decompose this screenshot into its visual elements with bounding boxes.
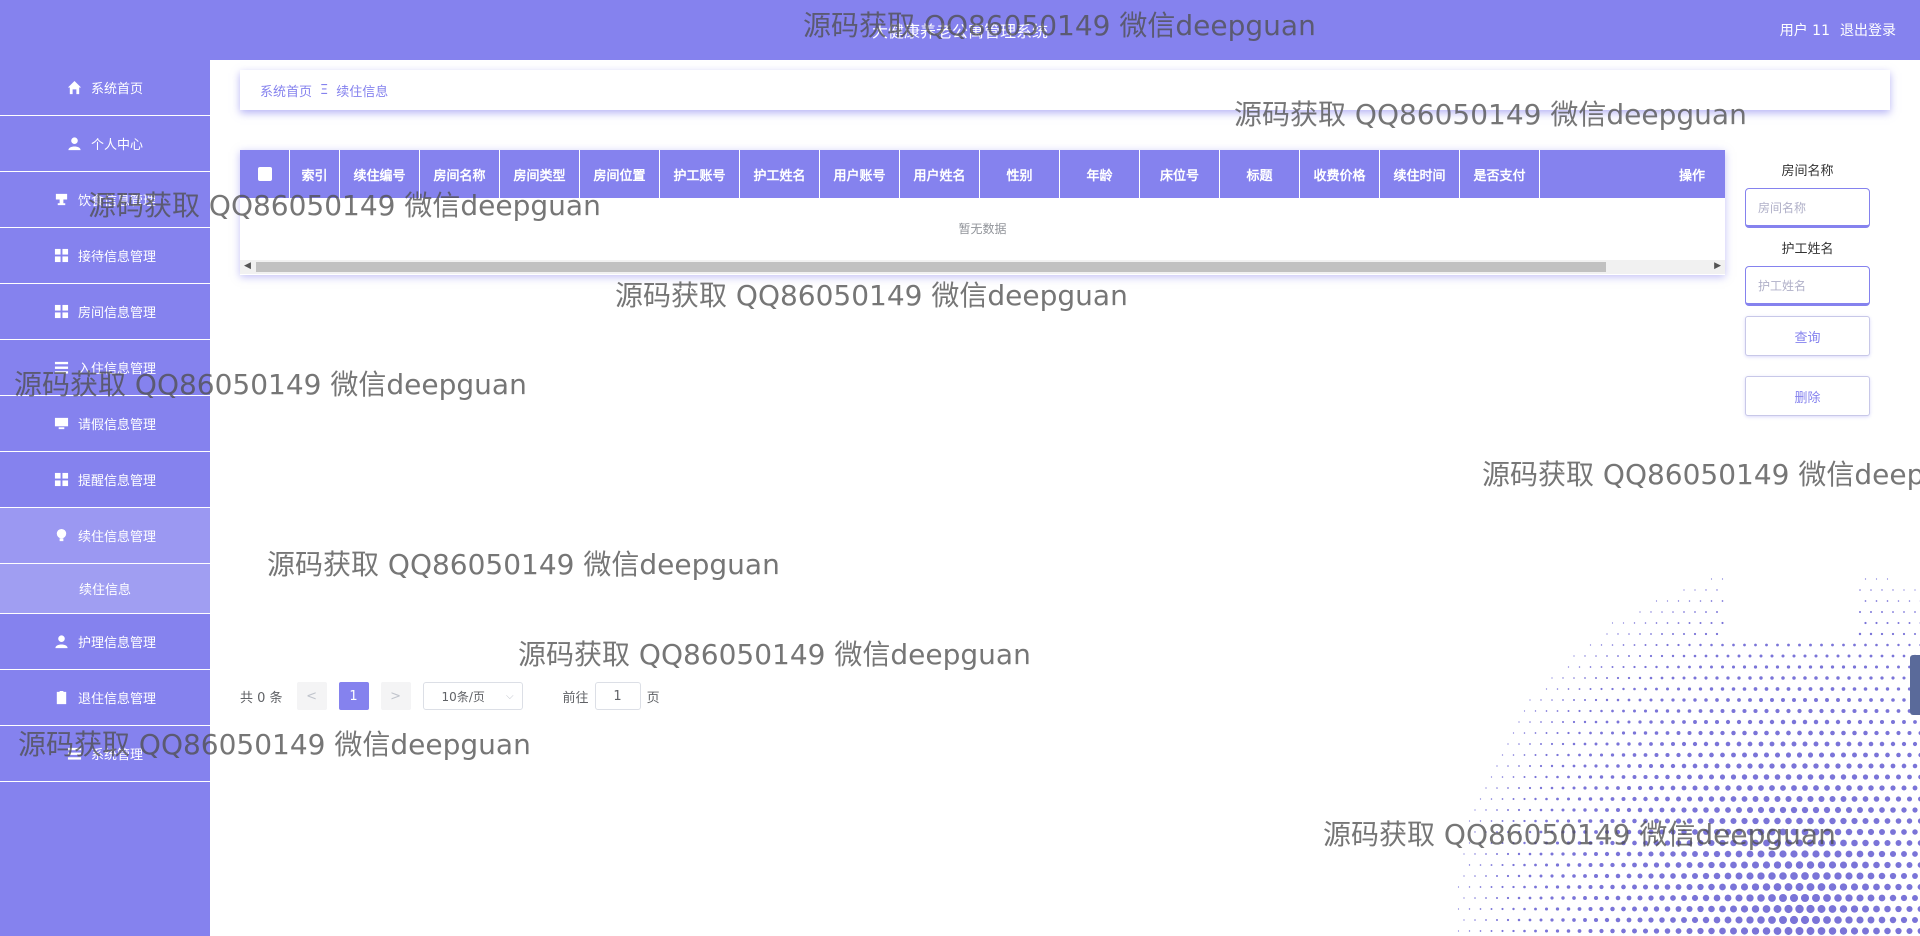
prev-page-button[interactable]: < [296,682,327,710]
user-icon [67,136,83,152]
column-header: 操作 [1678,168,1705,184]
sidebar-item-label: 接待信息管理 [77,250,156,265]
sidebar: 系统首页 个人中心 饮食信息管理 接待信息管理 房间信息管理 入住信息管理 请假… [0,60,210,936]
select-all-cell [240,150,290,198]
column-header: 是否支付 [1460,150,1540,198]
scroll-right-icon[interactable]: ▶ [1714,261,1721,271]
sidebar-item-system[interactable]: 系统管理 [0,726,210,782]
app-title: 大健康养老公寓管理系统 [871,22,1048,41]
sidebar-item-diet[interactable]: 饮食信息管理 [0,172,210,228]
sidebar-item-reception[interactable]: 接待信息管理 [0,228,210,284]
breadcrumb-current: 续住信息 [336,84,389,100]
room-name-input[interactable]: 房间名称 [1745,188,1870,228]
sidebar-item-label: 系统首页 [90,82,143,97]
logout-link[interactable]: 退出登录 [1840,20,1896,40]
grid-icon [54,248,70,264]
goto-label: 前往 [562,690,589,706]
sidebar-item-label: 续住信息管理 [77,530,156,545]
column-header: 护工账号 [660,150,740,198]
sidebar-item-renewal[interactable]: 续住信息管理 [0,508,210,564]
sidebar-item-label: 饮食信息管理 [77,194,156,209]
data-table: 索引 续住编号 房间名称 房间类型 房间位置 护工账号 护工姓名 用户账号 用户姓名 性别 年龄 床位… [240,150,1725,275]
scrollbar-thumb[interactable] [256,262,1606,272]
nurse-name-label: 护工姓名 [1781,242,1834,257]
next-page-button[interactable]: > [380,682,411,710]
sidebar-item-label: 护理信息管理 [77,636,156,651]
halftone-decoration [1420,480,1920,936]
sidebar-item-label: 提醒信息管理 [77,474,156,489]
grid-icon [54,472,70,488]
column-header: 用户姓名 [900,150,980,198]
page-suffix-label: 页 [646,690,660,706]
breadcrumb-home-link[interactable]: 系统首页 [260,81,312,100]
sidebar-item-leave[interactable]: 请假信息管理 [0,396,210,452]
column-header: 年龄 [1060,150,1140,198]
page-size-select[interactable]: 10条/页 ⌵ [422,682,523,710]
search-panel: 房间名称 房间名称 护工姓名 护工姓名 查询 删除 [1745,160,1870,416]
monitor-icon [54,416,70,432]
column-header: 续住编号 [340,150,420,198]
page-number-button[interactable]: 1 [338,682,369,710]
column-header: 标题 [1220,150,1300,198]
top-header: 大健康养老公寓管理系统 用户 11 退出登录 [0,0,1920,60]
grid-icon [54,304,70,320]
sidebar-item-label: 请假信息管理 [77,418,156,433]
scroll-left-icon[interactable]: ◀ [244,261,251,271]
cup-icon [54,192,70,208]
sidebar-item-label: 入住信息管理 [77,362,156,377]
column-header: 用户账号 [820,150,900,198]
column-header: 床位号 [1140,150,1220,198]
nurse-name-input[interactable]: 护工姓名 [1745,266,1870,306]
column-header: 续住时间 [1380,150,1460,198]
sidebar-subitem-renewal-info[interactable]: 续住信息 [0,564,210,614]
column-header: 性别 [980,150,1060,198]
sidebar-item-label: 房间信息管理 [77,306,156,321]
list-icon [67,746,83,762]
column-header: 收费价格 [1300,150,1380,198]
sidebar-item-profile[interactable]: 个人中心 [0,116,210,172]
sidebar-item-room[interactable]: 房间信息管理 [0,284,210,340]
sidebar-item-nursing[interactable]: 护理信息管理 [0,614,210,670]
page-size-value: 10条/页 [441,689,485,704]
select-all-checkbox[interactable] [257,167,272,181]
sidebar-item-label: 退住信息管理 [77,692,156,707]
sidebar-item-reminder[interactable]: 提醒信息管理 [0,452,210,508]
sidebar-item-label: 个人中心 [90,138,143,153]
room-name-label: 房间名称 [1781,164,1834,179]
watermark: 源码获取 QQ86050149 微信deepguan [615,279,1128,312]
column-header: 房间位置 [580,150,660,198]
pagination: 共 0 条 < 1 > 10条/页 ⌵ 前往 1 页 [240,682,660,710]
user-area: 用户 11 退出登录 [1780,20,1896,40]
user-icon [54,634,70,650]
column-header: 护工姓名 [740,150,820,198]
delete-button[interactable]: 删除 [1745,376,1870,416]
sidebar-item-checkin[interactable]: 入住信息管理 [0,340,210,396]
query-button[interactable]: 查询 [1745,316,1870,356]
goto-page-input[interactable]: 1 [594,682,641,710]
clipboard-icon [54,690,70,706]
column-header: 房间类型 [500,150,580,198]
sidebar-item-label: 系统管理 [90,748,143,763]
table-header: 索引 续住编号 房间名称 房间类型 房间位置 护工账号 护工姓名 用户账号 用户姓名 性别 年龄 床位… [240,150,1725,198]
column-header: 索引 [290,150,340,198]
chevron-down-icon: ⌵ [505,690,514,702]
horizontal-scrollbar[interactable]: ◀ ▶ [240,260,1725,274]
halftone-dots [1457,578,1920,935]
bulb-icon [54,528,70,544]
watermark: 源码获取 QQ86050149 微信deepguan [518,638,1031,671]
user-name: 用户 11 [1779,23,1830,39]
sidebar-item-checkout[interactable]: 退住信息管理 [0,670,210,726]
watermark: 源码获取 QQ86050149 微信deepguan [267,548,780,581]
list-icon [54,360,70,376]
sidebar-item-home[interactable]: 系统首页 [0,60,210,116]
breadcrumb-separator-icon: Ξ [320,82,329,98]
pagination-total: 共 0 条 [240,690,283,706]
empty-text: 暂无数据 [958,221,1007,236]
side-tab-handle[interactable] [1910,655,1920,715]
column-header: 房间名称 [420,150,500,198]
breadcrumb: 系统首页 Ξ 续住信息 [240,70,1890,110]
home-icon [67,80,83,96]
